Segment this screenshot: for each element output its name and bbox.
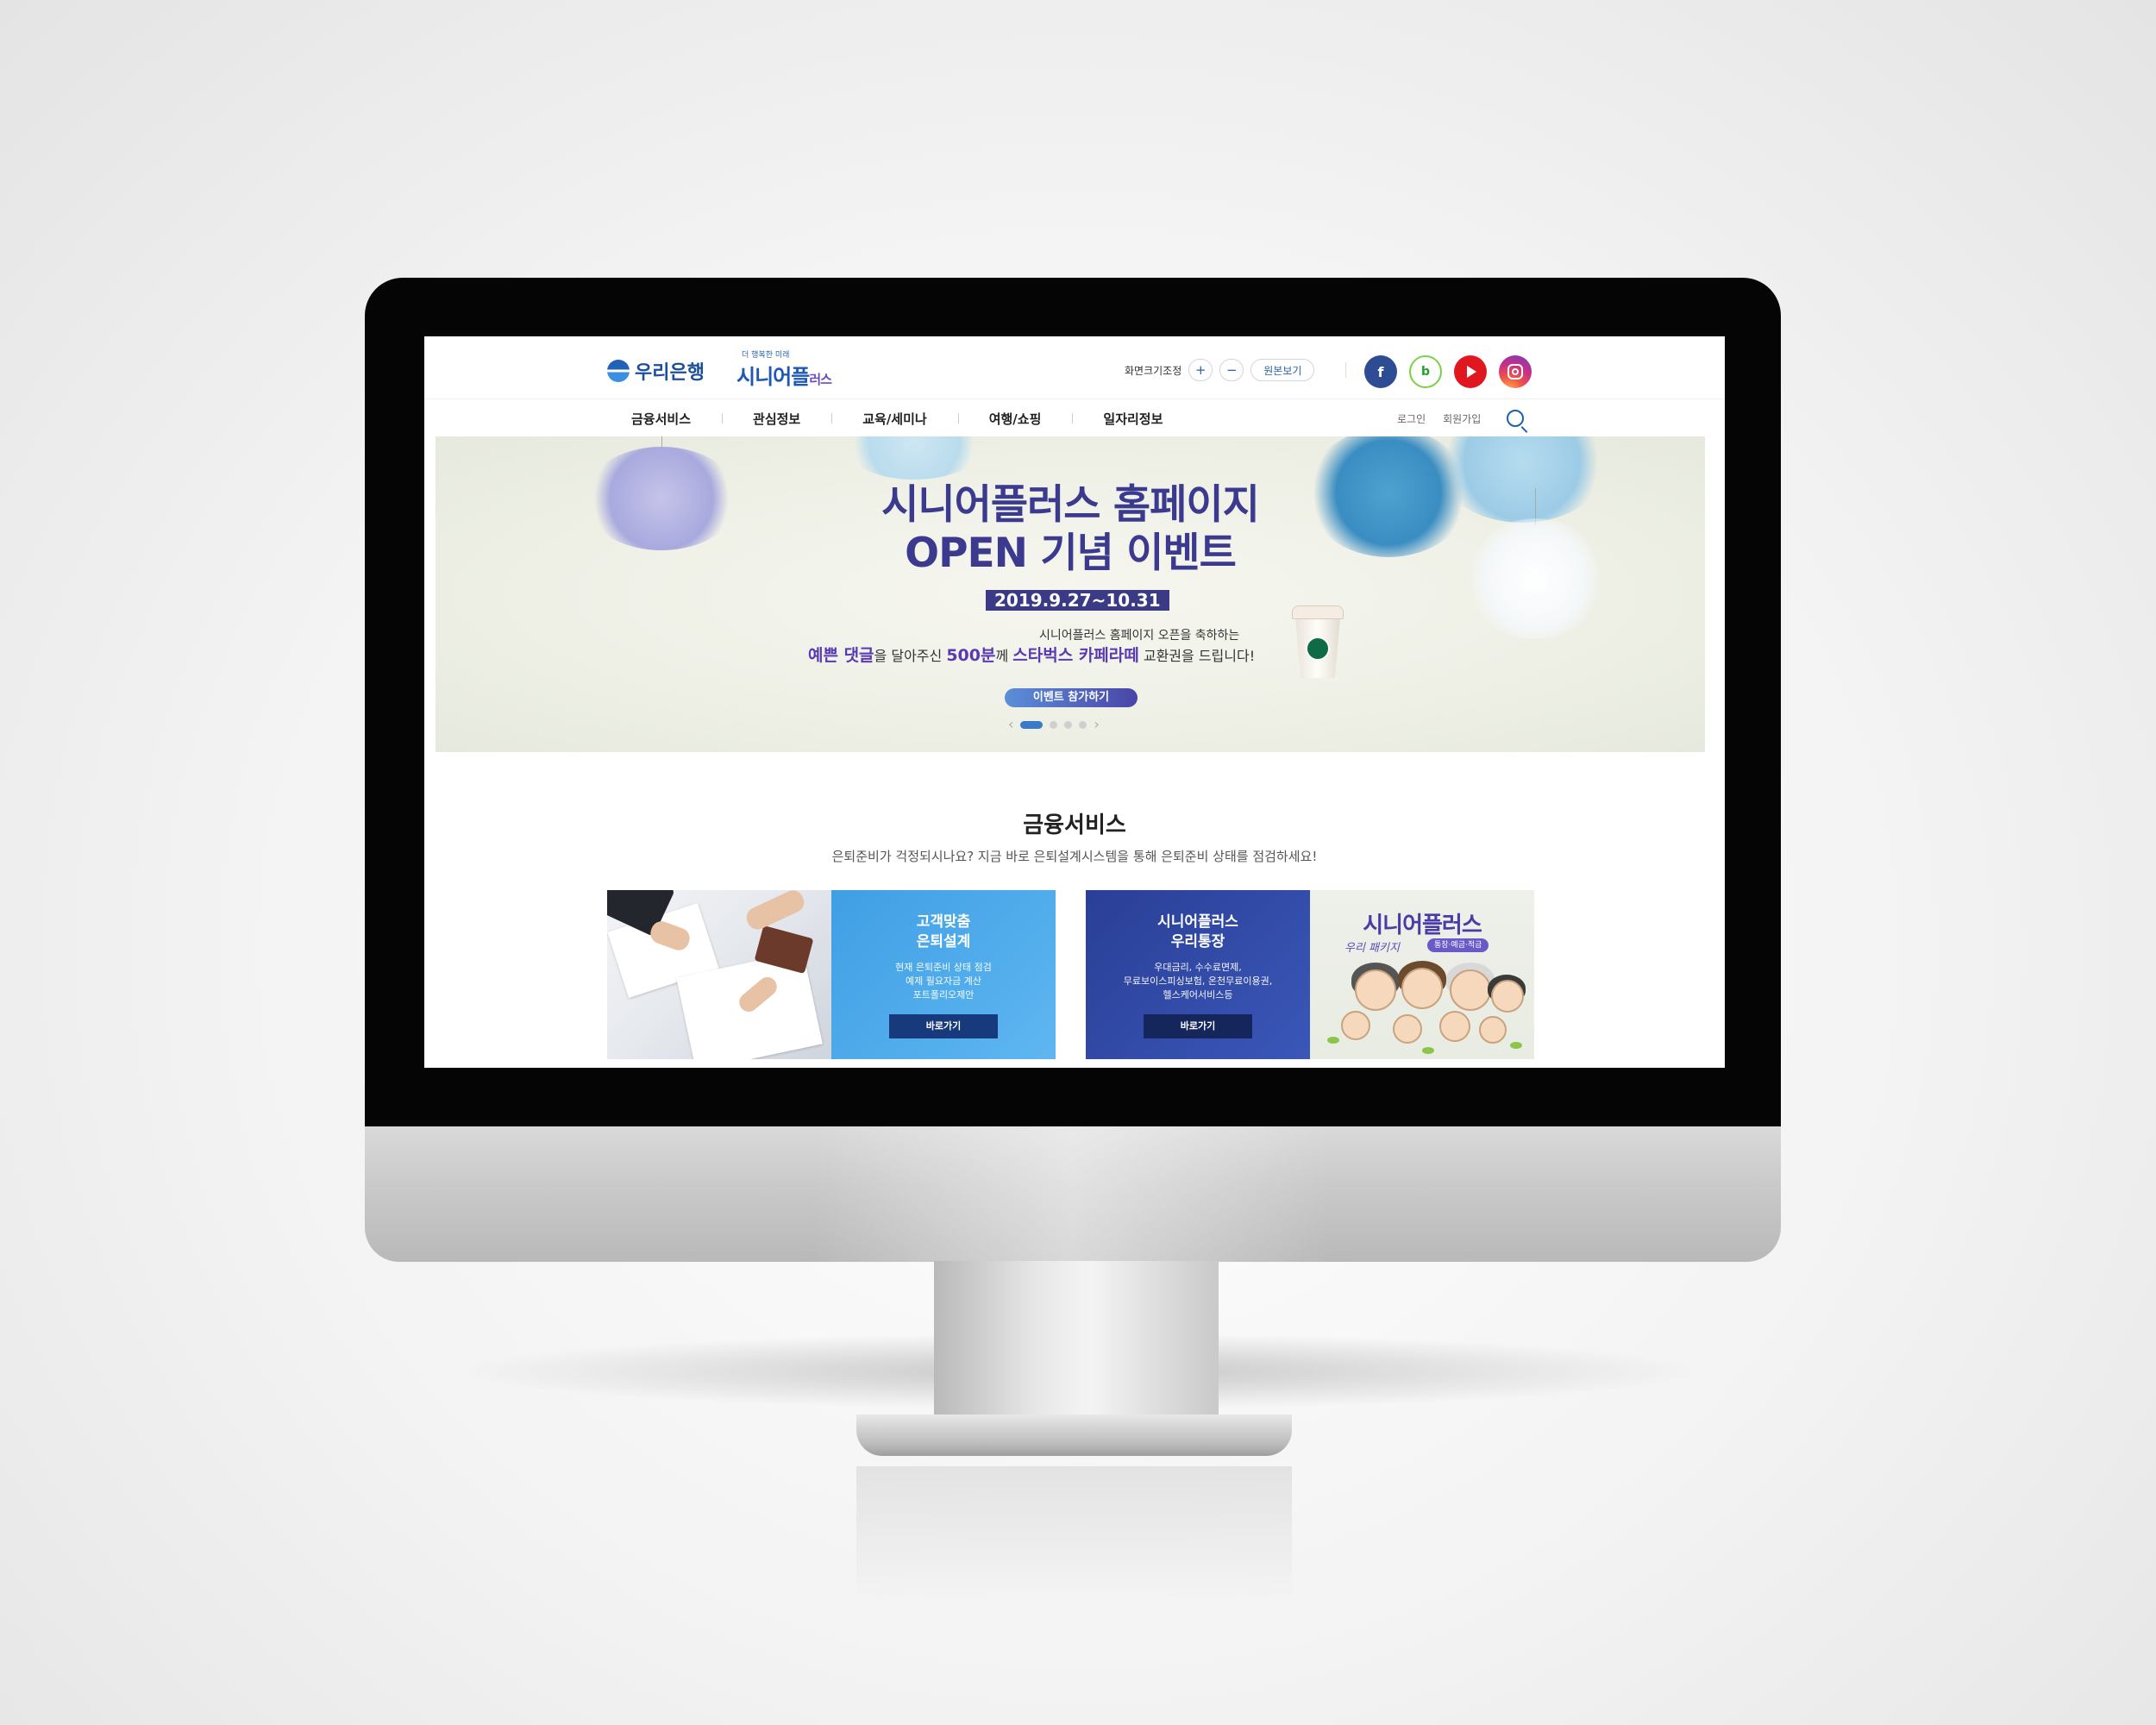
website-screen: 우리은행 더 행복한 미래 시니어플러스 화면크기조정 + − 원본보기 f b… xyxy=(424,336,1725,1068)
instagram-icon[interactable] xyxy=(1499,355,1532,388)
nav-item-travel[interactable]: 여행/쇼핑 xyxy=(957,410,1073,428)
header-divider xyxy=(1345,362,1346,378)
slider-dot[interactable] xyxy=(1064,720,1073,729)
slider-dot[interactable] xyxy=(1020,720,1044,729)
font-size-control: 화면크기조정 + − 원본보기 xyxy=(1125,359,1315,381)
retirement-plan-card: 고객맞춤 은퇴설계 현재 은퇴준비 상태 점검 예제 필요자금 계산 포트폴리오… xyxy=(607,890,1056,1059)
login-link[interactable]: 로그인 xyxy=(1397,411,1426,426)
section-title: 금융서비스 xyxy=(1023,812,1126,838)
banner-title: 시니어플러스 홈페이지 OPEN 기념 이벤트 xyxy=(881,481,1260,577)
coffee-cup-image xyxy=(1292,605,1344,680)
original-size-button[interactable]: 원본보기 xyxy=(1250,359,1315,381)
paper-flower-decoration xyxy=(841,436,987,480)
woori-account-go-button[interactable]: 바로가기 xyxy=(1144,1014,1252,1038)
social-links: f b xyxy=(1364,355,1532,388)
event-join-button[interactable]: 이벤트 참가하기 xyxy=(1005,688,1138,707)
family-illustration: 시니어플러스 우리 패키지 통장·예금·적금 xyxy=(1310,890,1534,1059)
event-banner: 시니어플러스 홈페이지 OPEN 기념 이벤트 2019.9.27~10.31 … xyxy=(436,436,1705,752)
bank-logo-text: 우리은행 xyxy=(635,362,705,384)
monitor-stand-foot xyxy=(856,1414,1292,1456)
signup-link[interactable]: 회원가입 xyxy=(1443,411,1481,426)
blog-icon[interactable]: b xyxy=(1409,355,1442,388)
woori-bank-logo[interactable]: 우리은행 xyxy=(607,357,705,385)
monitor-chin xyxy=(365,1126,1781,1262)
font-size-label: 화면크기조정 xyxy=(1125,364,1182,377)
logo-name: 시니어플러스 xyxy=(736,365,832,389)
youtube-icon[interactable] xyxy=(1454,355,1487,388)
font-decrease-button[interactable]: − xyxy=(1219,359,1244,381)
slider-next-icon[interactable]: › xyxy=(1094,718,1099,731)
illustration-badge: 통장·예금·적금 xyxy=(1427,938,1489,952)
search-icon[interactable] xyxy=(1507,410,1525,427)
nav-item-interest[interactable]: 관심정보 xyxy=(722,410,831,428)
card-title: 시니어플러스 우리통장 xyxy=(1157,913,1238,950)
card-title: 고객맞춤 은퇴설계 xyxy=(916,913,971,950)
nav-item-jobs[interactable]: 일자리정보 xyxy=(1072,410,1194,428)
banner-period: 2019.9.27~10.31 xyxy=(986,590,1169,611)
monitor-reflection xyxy=(856,1466,1292,1604)
slider-prev-icon[interactable]: ‹ xyxy=(1008,718,1013,731)
site-header: 우리은행 더 행복한 미래 시니어플러스 화면크기조정 + − 원본보기 f b xyxy=(424,336,1725,398)
senior-plus-logo[interactable]: 더 행복한 미래 시니어플러스 xyxy=(736,348,832,390)
retirement-plan-go-button[interactable]: 바로가기 xyxy=(889,1014,998,1038)
illustration-title: 시니어플러스 xyxy=(1363,913,1482,938)
facebook-icon[interactable]: f xyxy=(1364,355,1397,388)
woori-account-panel: 시니어플러스 우리통장 우대금리, 수수료면제, 무료보이스피싱보험, 온천무료… xyxy=(1086,890,1310,1059)
nav-item-education[interactable]: 교육/세미나 xyxy=(831,410,957,428)
slider-dot[interactable] xyxy=(1079,720,1087,729)
main-nav: 금융서비스 관심정보 교육/세미나 여행/쇼핑 일자리정보 로그인 회원가입 xyxy=(424,398,1725,436)
slider-dot[interactable] xyxy=(1050,720,1058,729)
slider-pagination: ‹ › xyxy=(1008,718,1100,731)
card-description: 우대금리, 수수료면제, 무료보이스피싱보험, 온천무료이용권, 헬스케어서비스… xyxy=(1123,962,1273,1000)
logo-tagline: 더 행복한 미래 xyxy=(742,351,790,360)
woori-logo-icon xyxy=(607,360,630,382)
retirement-plan-panel: 고객맞춤 은퇴설계 현재 은퇴준비 상태 점검 예제 필요자금 계산 포트폴리오… xyxy=(831,890,1056,1059)
business-meeting-photo xyxy=(607,890,831,1059)
illustration-subtitle: 우리 패키지 xyxy=(1344,942,1400,955)
section-subtitle: 은퇴준비가 걱정되시나요? 지금 바로 은퇴설계시스템을 통해 은퇴준비 상태를… xyxy=(831,849,1318,864)
banner-desc-line2: 예쁜 댓글을 달아주신 500분께 스타벅스 카페라떼 교환권을 드립니다! xyxy=(808,646,1256,665)
monitor-stand-neck xyxy=(934,1261,1219,1421)
banner-desc-line1: 시니어플러스 홈페이지 오픈을 축하하는 xyxy=(1039,629,1240,643)
woori-account-card: 시니어플러스 우리통장 우대금리, 수수료면제, 무료보이스피싱보험, 온천무료… xyxy=(1086,890,1534,1059)
font-increase-button[interactable]: + xyxy=(1188,359,1213,381)
nav-item-finance[interactable]: 금융서비스 xyxy=(607,410,722,428)
card-description: 현재 은퇴준비 상태 점검 예제 필요자금 계산 포트폴리오제안 xyxy=(895,962,992,1000)
